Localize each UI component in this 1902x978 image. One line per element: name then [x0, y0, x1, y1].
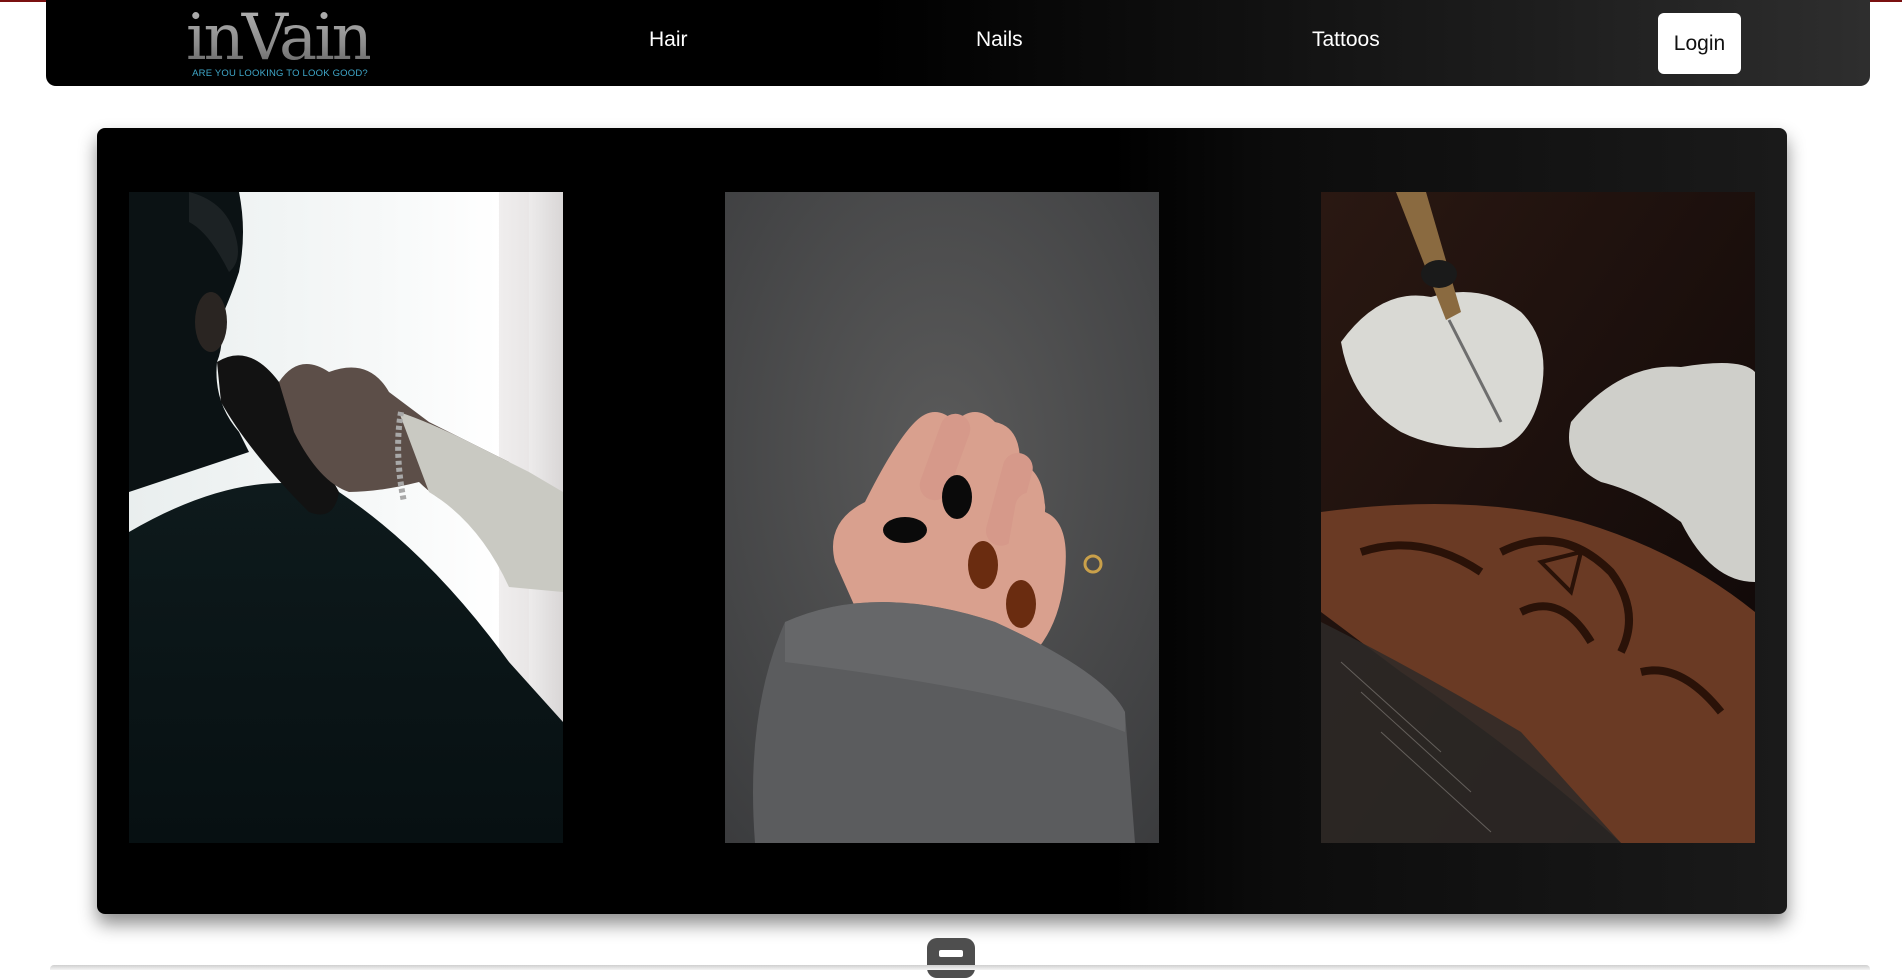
hair-photo[interactable] — [129, 192, 563, 843]
nav-link-nails[interactable]: Nails — [976, 28, 1023, 52]
minus-icon — [939, 950, 963, 957]
logo[interactable]: inVain ARE YOU LOOKING TO LOOK GOOD? — [186, 2, 376, 80]
gallery-panel — [97, 128, 1787, 914]
login-button[interactable]: Login — [1658, 13, 1741, 74]
tattoo-artist-photo — [1321, 192, 1755, 843]
tattoos-photo[interactable] — [1321, 192, 1755, 843]
scroll-up-handle[interactable] — [927, 938, 975, 978]
nav-link-hair[interactable]: Hair — [649, 28, 688, 52]
nav-link-tattoos[interactable]: Tattoos — [1312, 28, 1380, 52]
navbar: inVain ARE YOU LOOKING TO LOOK GOOD? Hai… — [46, 0, 1870, 86]
nails-photo[interactable] — [725, 192, 1159, 843]
footer-edge — [50, 965, 1870, 970]
manicure-hand-photo — [725, 192, 1159, 843]
logo-tagline: ARE YOU LOOKING TO LOOK GOOD? — [192, 68, 368, 79]
barber-clipper-photo — [129, 192, 563, 843]
logo-wordmark: inVain — [186, 1, 373, 75]
